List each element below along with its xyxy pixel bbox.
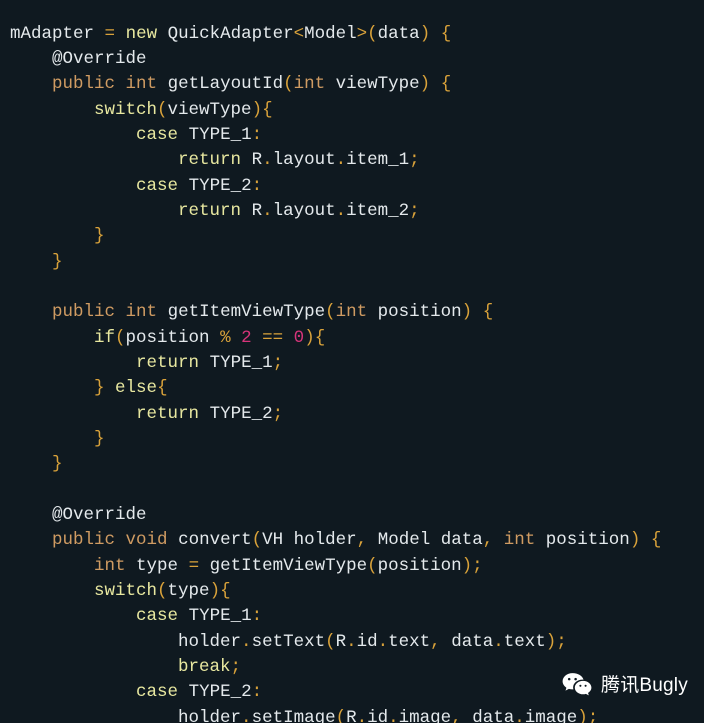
code-line: } else{ xyxy=(94,378,168,399)
code-line: public void convert(VH holder, Model dat… xyxy=(52,530,662,551)
code-line: case TYPE_1: xyxy=(136,606,263,627)
code-line: return TYPE_1; xyxy=(136,352,284,373)
code-line: } xyxy=(94,226,105,247)
watermark: 腾讯Bugly xyxy=(562,672,688,698)
code-line: case TYPE_2: xyxy=(136,175,263,196)
watermark-label: 腾讯Bugly xyxy=(601,674,688,696)
code-line: } xyxy=(94,429,105,449)
code-line: mAdapter = new QuickAdapter<Model>(data)… xyxy=(10,23,452,44)
code-line: case TYPE_1: xyxy=(136,124,263,145)
code-line: holder.setText(R.id.text, data.text); xyxy=(178,631,567,652)
code-line: int type = getItemViewType(position); xyxy=(94,555,483,576)
code-block: mAdapter = new QuickAdapter<Model>(data)… xyxy=(10,22,661,723)
code-line: } xyxy=(52,251,63,272)
code-line: switch(type){ xyxy=(94,581,231,602)
code-line: @Override xyxy=(52,48,147,69)
code-line: return R.layout.item_1; xyxy=(178,150,420,171)
code-line: } xyxy=(52,454,63,475)
code-line: return TYPE_2; xyxy=(136,403,284,424)
code-line: public int getLayoutId(int viewType) { xyxy=(52,74,452,95)
code-line: if(position % 2 == 0){ xyxy=(94,327,326,348)
wechat-icon xyxy=(562,672,592,698)
code-screenshot: mAdapter = new QuickAdapter<Model>(data)… xyxy=(0,0,704,723)
code-line: holder.setImage(R.id.image, data.image); xyxy=(178,707,599,723)
code-line: switch(viewType){ xyxy=(94,99,273,120)
code-line: @Override xyxy=(52,505,147,526)
code-line: public int getItemViewType(int position)… xyxy=(52,302,494,323)
code-line: return R.layout.item_2; xyxy=(178,200,420,221)
